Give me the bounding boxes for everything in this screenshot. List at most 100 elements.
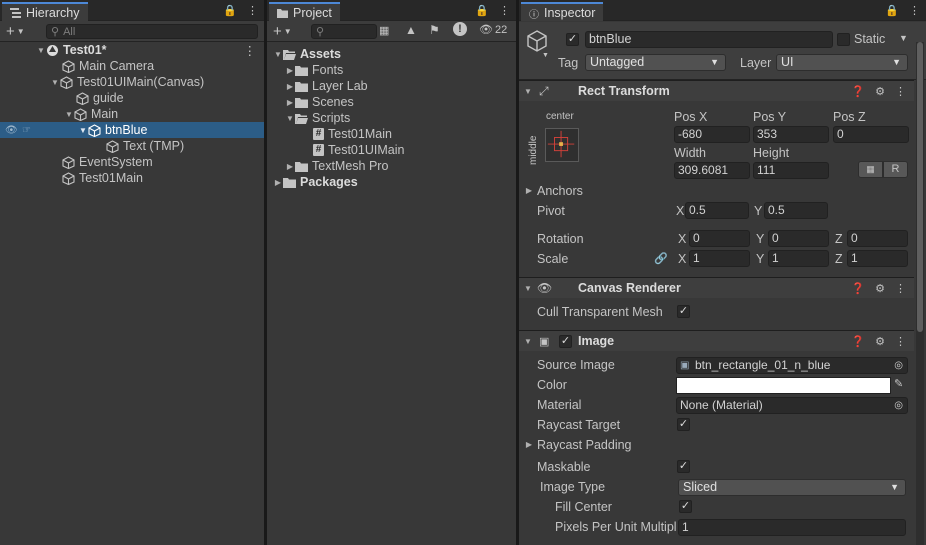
anchor-presets-button[interactable] (545, 128, 579, 162)
material-field[interactable]: None (Material) ◎ (676, 397, 908, 414)
rot-y-field[interactable]: 0 (768, 230, 829, 247)
tree-row-main-camera[interactable]: Main Camera (0, 58, 264, 74)
blueprint-mode-button[interactable]: ▦ (858, 161, 883, 178)
tree-row-test01main[interactable]: Test01Main (0, 170, 264, 186)
lock-icon[interactable]: 🔒 (475, 4, 489, 17)
scrollbar-thumb[interactable] (917, 42, 923, 332)
scale-z-field[interactable]: 1 (847, 250, 908, 267)
tree-row-textmesh-pro[interactable]: ▶ TextMesh Pro (267, 158, 516, 174)
rect-transform-header[interactable]: ▼ ⤢ Rect Transform ❓ ⚙ ⋮ (519, 80, 914, 101)
tree-row-fonts[interactable]: ▶ Fonts (267, 62, 516, 78)
expand-arrow-icon[interactable]: ▼ (36, 46, 46, 55)
scale-x-field[interactable]: 1 (689, 250, 750, 267)
expand-arrow-icon[interactable]: ▼ (523, 284, 533, 293)
inspector-scrollbar[interactable] (916, 42, 924, 545)
presets-icon[interactable]: ⚙ (875, 282, 885, 295)
hidden-packages-icon[interactable]: 👁 22 (479, 23, 507, 36)
gameobject-icon-caret[interactable]: ▼ (542, 52, 549, 59)
collapsed-arrow-icon[interactable]: ▶ (285, 66, 295, 75)
tree-row-script-test01uimain[interactable]: # Test01UIMain (267, 142, 516, 158)
lock-icon[interactable]: 🔒 (885, 4, 899, 17)
pos-x-field[interactable]: -680 (674, 126, 750, 143)
expand-arrow-icon[interactable]: ▼ (523, 87, 533, 96)
pivot-x-field[interactable]: 0.5 (685, 202, 749, 219)
more-options-icon[interactable]: ⋮ (909, 4, 920, 17)
help-icon[interactable]: ❓ (851, 282, 865, 295)
tab-project[interactable]: Project (269, 2, 340, 21)
image-type-dropdown[interactable]: Sliced ▼ (678, 479, 906, 496)
expand-arrow-icon[interactable]: ▼ (523, 337, 533, 346)
tree-row-main[interactable]: ▼ Main (0, 106, 264, 122)
tree-row-scene[interactable]: ▼ Test01* ⋮ (0, 42, 264, 58)
cull-transparent-mesh-checkbox[interactable]: ✓ (677, 305, 690, 318)
more-options-icon[interactable]: ⋮ (247, 4, 258, 17)
tree-row-packages[interactable]: ▶ Packages (267, 174, 516, 190)
object-picker-icon[interactable]: ◎ (894, 398, 903, 413)
tree-row-scenes[interactable]: ▶ Scenes (267, 94, 516, 110)
rot-z-field[interactable]: 0 (847, 230, 908, 247)
help-icon[interactable]: ❓ (851, 85, 865, 98)
pos-y-field[interactable]: 353 (753, 126, 829, 143)
pos-z-field[interactable]: 0 (833, 126, 909, 143)
layer-dropdown[interactable]: UI ▼ (776, 54, 908, 71)
image-header[interactable]: ▼ ▣ ✓ Image ❓ ⚙ ⋮ (519, 330, 914, 351)
height-field[interactable]: 111 (753, 162, 829, 179)
visibility-eye-icon[interactable]: 👁 (5, 125, 18, 136)
eyedropper-icon[interactable]: ✎ (894, 377, 903, 390)
expand-arrow-icon[interactable]: ▼ (78, 126, 88, 135)
tree-row-text-tmp[interactable]: Text (TMP) (0, 138, 264, 154)
expand-arrow-icon[interactable]: ▼ (50, 78, 60, 87)
more-options-icon[interactable]: ⋮ (895, 85, 906, 98)
rot-x-field[interactable]: 0 (689, 230, 750, 247)
presets-icon[interactable]: ⚙ (875, 85, 885, 98)
canvas-renderer-header[interactable]: ▼ 👁 Canvas Renderer ❓ ⚙ ⋮ (519, 277, 914, 298)
presets-icon[interactable]: ⚙ (875, 335, 885, 348)
image-enabled-checkbox[interactable]: ✓ (559, 335, 572, 348)
object-picker-icon[interactable]: ◎ (894, 358, 903, 373)
active-checkbox[interactable]: ✓ (566, 33, 579, 46)
more-options-icon[interactable]: ⋮ (499, 4, 510, 17)
scene-more-icon[interactable]: ⋮ (244, 43, 257, 58)
color-swatch[interactable] (676, 377, 891, 394)
expand-arrow-icon[interactable]: ▼ (64, 110, 74, 119)
filter-by-label-icon[interactable]: ⚑ (429, 23, 440, 37)
pivot-y-field[interactable]: 0.5 (764, 202, 828, 219)
lock-icon[interactable]: 🔒 (223, 4, 237, 17)
tree-row-guide[interactable]: guide (0, 90, 264, 106)
pickable-hand-icon[interactable]: ☞ (22, 125, 31, 136)
collapsed-arrow-icon[interactable]: ▶ (285, 98, 295, 107)
hierarchy-search-input[interactable]: ⚲ All (46, 24, 258, 39)
constrain-proportions-icon[interactable]: 🔗 (654, 252, 668, 265)
width-field[interactable]: 309.6081 (674, 162, 750, 179)
tab-hierarchy[interactable]: Hierarchy (2, 2, 88, 21)
anchors-expand-icon[interactable]: ▶ (524, 186, 534, 195)
tree-row-script-test01main[interactable]: # Test01Main (267, 126, 516, 142)
object-name-field[interactable]: btnBlue (585, 31, 833, 48)
more-options-icon[interactable]: ⋮ (895, 282, 906, 295)
create-asset-button[interactable]: + ▼ (273, 23, 303, 40)
tree-row-assets[interactable]: ▼ Assets (267, 46, 516, 62)
source-image-field[interactable]: ▣ btn_rectangle_01_n_blue ◎ (676, 357, 908, 374)
project-search-input[interactable]: ⚲ (311, 24, 377, 39)
expand-arrow-icon[interactable]: ▼ (285, 114, 295, 123)
filter-by-type-icon[interactable]: ▲ (405, 23, 417, 37)
scale-y-field[interactable]: 1 (768, 250, 829, 267)
raw-edit-button[interactable]: R (883, 161, 908, 178)
static-dropdown-icon[interactable]: ▼ (899, 33, 908, 43)
tree-row-layer-lab[interactable]: ▶ Layer Lab (267, 78, 516, 94)
anchors-label[interactable]: Anchors (537, 184, 583, 198)
more-options-icon[interactable]: ⋮ (895, 335, 906, 348)
search-by-type-icon[interactable]: ▦ (379, 24, 389, 37)
help-icon[interactable]: ❓ (851, 335, 865, 348)
maskable-checkbox[interactable]: ✓ (677, 460, 690, 473)
collapsed-arrow-icon[interactable]: ▶ (285, 82, 295, 91)
static-checkbox[interactable] (837, 33, 850, 46)
tab-inspector[interactable]: ⓘ Inspector (521, 2, 604, 21)
expand-arrow-icon[interactable]: ▼ (273, 50, 283, 59)
collapsed-arrow-icon[interactable]: ▶ (285, 162, 295, 171)
fill-center-checkbox[interactable]: ✓ (679, 500, 692, 513)
tree-row-eventsystem[interactable]: EventSystem (0, 154, 264, 170)
tree-row-scripts[interactable]: ▼ Scripts (267, 110, 516, 126)
raycast-padding-expand-icon[interactable]: ▶ (524, 440, 534, 449)
tree-row-btnblue[interactable]: 👁 ☞ ▼ btnBlue (0, 122, 264, 138)
